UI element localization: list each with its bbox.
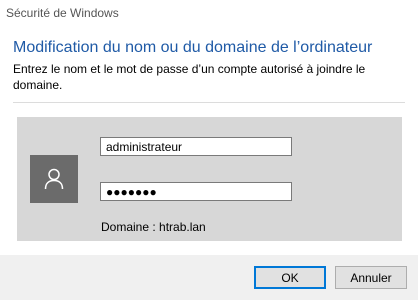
divider (13, 102, 405, 103)
credential-panel: Domaine : htrab.lan (17, 117, 402, 241)
dialog-instructions: Entrez le nom et le mot de passe d’un co… (13, 62, 366, 92)
window-title: Sécurité de Windows (6, 6, 119, 20)
ok-button[interactable]: OK (254, 266, 326, 289)
title-bar: Sécurité de Windows (0, 0, 418, 28)
cancel-button[interactable]: Annuler (335, 266, 407, 289)
domain-label: Domaine : htrab.lan (101, 220, 206, 234)
username-field[interactable] (100, 137, 292, 156)
user-avatar (30, 155, 78, 203)
button-bar: OK Annuler (0, 255, 418, 300)
dialog-heading: Modification du nom ou du domaine de l’o… (13, 39, 373, 56)
user-icon (44, 168, 64, 190)
password-field[interactable] (100, 182, 292, 201)
